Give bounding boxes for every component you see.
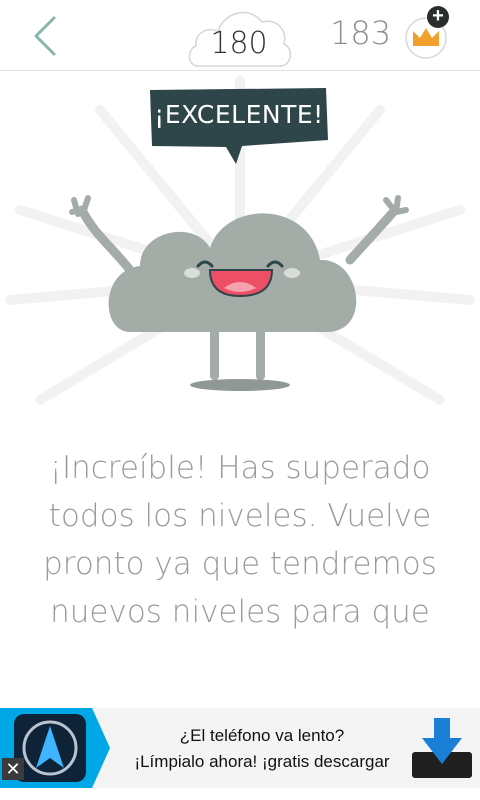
- excellent-label: ¡EXCELENTE!: [154, 100, 324, 129]
- completion-message: ¡Increíble! Has superado todos los nivel…: [43, 450, 437, 630]
- ad-banner[interactable]: ✕ ¿El teléfono va lento? ¡Límpialo ahora…: [0, 708, 480, 788]
- add-coins-button[interactable]: +: [427, 6, 449, 28]
- top-bar: 180 183 +: [0, 0, 480, 71]
- ad-close-button[interactable]: ✕: [2, 758, 24, 780]
- coin-count: 183: [330, 14, 392, 52]
- download-icon[interactable]: [408, 714, 476, 782]
- back-arrow-icon[interactable]: [28, 14, 64, 58]
- ad-headline: ¿El teléfono va lento?: [179, 726, 345, 745]
- ad-subtext: ¡Límpialo ahora! ¡gratis descargar: [134, 752, 390, 771]
- level-number: 180: [210, 26, 268, 61]
